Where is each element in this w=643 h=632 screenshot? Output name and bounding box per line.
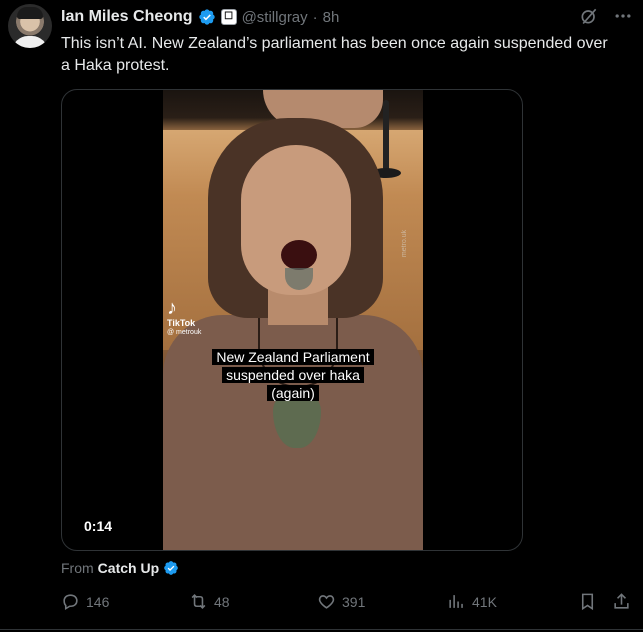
from-source-link[interactable]: Catch Up: [98, 560, 159, 576]
heart-icon: [318, 595, 335, 609]
reply-icon: [63, 594, 78, 611]
more-icon[interactable]: [613, 6, 633, 26]
video-caption-text: New Zealand Parliament suspended over ha…: [212, 349, 374, 401]
views-count: 41K: [472, 593, 497, 610]
views-button[interactable]: 41K: [447, 592, 497, 611]
tiktok-label: TikTok: [167, 318, 196, 328]
repost-icon: [191, 594, 206, 609]
reply-button[interactable]: 146: [61, 592, 109, 611]
avatar-cap: [17, 7, 43, 19]
repost-count: 48: [214, 593, 230, 610]
avatar[interactable]: [8, 4, 52, 48]
video-frame: ♪ TikTok @ metrouk metro.uk New Zealand …: [163, 90, 423, 550]
grok-icon[interactable]: [579, 6, 599, 26]
from-source: From Catch Up: [61, 560, 179, 576]
tweet[interactable]: Ian Miles Cheong ☐ @stillgray · 8h This …: [0, 0, 643, 632]
video-player[interactable]: ♪ TikTok @ metrouk metro.uk New Zealand …: [61, 89, 523, 551]
from-label: From: [61, 560, 94, 576]
tweet-text: This isn’t AI. New Zealand’s parliament …: [61, 35, 608, 74]
avatar-shirt: [12, 36, 48, 48]
separator-dot: ·: [312, 8, 318, 26]
tweet-top-actions: [579, 6, 633, 26]
like-button[interactable]: 391: [317, 592, 365, 611]
share-button[interactable]: [612, 592, 631, 611]
repost-button[interactable]: 48: [189, 592, 230, 611]
video-microphone: [383, 100, 389, 175]
author-name[interactable]: Ian Miles Cheong: [61, 8, 193, 26]
author-handle[interactable]: @stillgray: [242, 9, 308, 26]
bookmark-button[interactable]: [578, 592, 597, 611]
video-duration: 0:14: [84, 518, 113, 534]
video-person-mouth: [281, 240, 317, 270]
share-icon: [614, 593, 629, 609]
metro-watermark: metro.uk: [401, 229, 409, 258]
like-count: 391: [342, 593, 366, 610]
video-caption: New Zealand Parliament suspended over ha…: [203, 349, 383, 403]
tweet-header: Ian Miles Cheong ☐ @stillgray · 8h: [61, 7, 339, 27]
tiktok-watermark: ♪ TikTok @ metrouk: [167, 298, 201, 338]
tweet-divider: [0, 629, 643, 630]
verified-badge-icon: [164, 561, 178, 575]
affiliate-badge-icon[interactable]: ☐: [220, 9, 237, 25]
tweet-actions: 146 48 391 41K: [61, 592, 633, 616]
verified-badge-icon: [198, 9, 215, 25]
tiktok-handle: @ metrouk: [167, 329, 202, 336]
tiktok-icon: ♪: [167, 297, 177, 319]
reply-count: 146: [86, 593, 110, 610]
post-time[interactable]: 8h: [323, 9, 340, 26]
bookmark-icon: [581, 593, 594, 611]
views-icon: [449, 595, 463, 608]
